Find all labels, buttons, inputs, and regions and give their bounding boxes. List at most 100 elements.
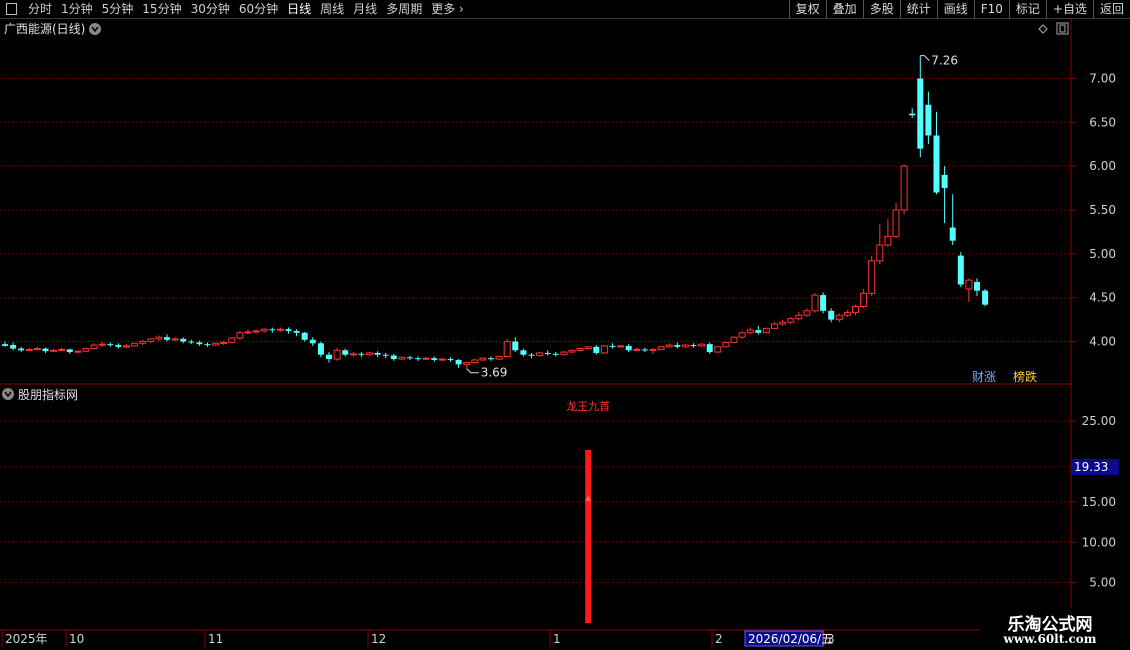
- candle-body-up: [244, 331, 252, 334]
- candle-body-up: [633, 348, 641, 351]
- candle-body-up: [762, 327, 770, 334]
- candle-body-down: [625, 345, 632, 351]
- diamond-icon[interactable]: [1038, 24, 1048, 34]
- candle-body-up: [665, 344, 673, 348]
- candle-body-up: [681, 344, 689, 348]
- candle-body-down: [755, 330, 762, 333]
- candle-body-up: [74, 350, 82, 353]
- main-title[interactable]: 广西能源(日线): [4, 22, 101, 36]
- period-tab-3[interactable]: 15分钟: [138, 1, 186, 18]
- candle-body-down: [933, 135, 940, 193]
- candle-body-up: [900, 165, 908, 211]
- indicator-title[interactable]: 股朋指标网: [2, 387, 78, 402]
- candle-body-down: [974, 281, 980, 291]
- candle-body-down: [820, 295, 827, 311]
- candle-body-down: [66, 349, 73, 353]
- tool-button-5[interactable]: F10: [973, 0, 1009, 18]
- watermark-url: www.60lt.com: [1003, 632, 1097, 646]
- candle-body-up: [366, 352, 373, 356]
- top-toolbar: 分时 1分钟 5分钟 15分钟 30分钟 60分钟 日线 周线 月线 多周期 更多 › 复权 叠加 多股…: [0, 0, 1130, 19]
- candle-body-up: [333, 349, 341, 360]
- time-axis: 2025年 10 11 12 1 2 3: [1, 630, 835, 647]
- tool-button-8[interactable]: 返回: [1092, 0, 1130, 18]
- tool-button-3[interactable]: 统计: [899, 0, 937, 18]
- candle-body-up: [260, 328, 268, 332]
- tool-button-4[interactable]: 画线: [936, 0, 974, 18]
- panel-maximize-inner-icon: [1059, 24, 1066, 33]
- candle-body-up: [795, 314, 803, 320]
- candle-body-up: [147, 338, 155, 343]
- candle-body-up: [471, 359, 479, 364]
- candle-body-up: [503, 341, 511, 357]
- indicator-tick-label: 15.00: [1082, 495, 1116, 509]
- candle-body-up: [438, 358, 446, 361]
- candle-body-down: [390, 355, 397, 360]
- candle-body-up: [422, 357, 430, 360]
- period-tab-7[interactable]: 周线: [316, 1, 349, 18]
- candle-body-down: [374, 352, 381, 355]
- candle-body-up: [479, 357, 487, 361]
- candle-body-down: [382, 354, 389, 356]
- indicator-dropdown-icon[interactable]: [2, 388, 14, 400]
- indicator-grid: [0, 420, 1071, 584]
- stock-chart[interactable]: 7.00 6.50 6.00 5.50 5.00 4.50 4.00 7.26 3.69 财涨 榜…: [0, 19, 1130, 650]
- badge-cai-zhang[interactable]: 财涨: [972, 369, 996, 384]
- period-tab-10[interactable]: 更多 ›: [427, 1, 469, 18]
- candle-body-down: [164, 337, 170, 340]
- candle-body-up: [236, 332, 244, 339]
- candle-body-down: [544, 352, 551, 354]
- candle-body-up: [617, 345, 625, 348]
- main-tick-label: 6.50: [1089, 115, 1116, 129]
- badge-bang-die[interactable]: 榜跌: [1013, 369, 1037, 384]
- candle-body-down: [204, 344, 211, 346]
- candle-body-up: [463, 362, 471, 365]
- window-icon[interactable]: [6, 3, 17, 15]
- main-title-dropdown-icon[interactable]: [89, 23, 101, 35]
- tool-button-6[interactable]: 标记: [1008, 0, 1046, 18]
- period-tab-4[interactable]: 30分钟: [187, 1, 235, 18]
- period-tab-6[interactable]: 日线: [283, 1, 316, 18]
- period-tab-2[interactable]: 5分钟: [98, 1, 139, 18]
- tool-button-2[interactable]: 多股: [862, 0, 900, 18]
- indicator-axis: 25.00 15.00 10.00 5.00 19.33: [1071, 414, 1119, 590]
- candle-body-up: [722, 341, 730, 348]
- period-tab-1[interactable]: 1分钟: [57, 1, 98, 18]
- candle-body-up: [868, 260, 876, 294]
- main-tick-label: 5.50: [1089, 203, 1116, 217]
- candle-body-down: [674, 345, 681, 347]
- period-tab-0[interactable]: 分时: [24, 1, 57, 18]
- candle-body-down: [609, 345, 616, 347]
- candle-body-down: [431, 358, 438, 360]
- candle-body-down: [957, 255, 964, 285]
- candle-body-down: [10, 345, 17, 349]
- time-label: 11: [208, 632, 223, 646]
- candle-body-down: [909, 113, 916, 116]
- time-label: 2: [715, 632, 723, 646]
- right-edge-panel: [1118, 19, 1130, 384]
- indicator-title-text: 股朋指标网: [18, 387, 78, 402]
- candle-body-down: [917, 78, 924, 149]
- candle-body-down: [196, 342, 203, 345]
- candle-body-down: [326, 354, 332, 360]
- tool-button-0[interactable]: 复权: [788, 0, 826, 18]
- candle-body-up: [657, 346, 665, 350]
- candle-body-down: [828, 310, 835, 320]
- period-tab-5[interactable]: 60分钟: [235, 1, 283, 18]
- candle-body-up: [98, 343, 106, 346]
- cursor-date-label: 2026/02/06/五: [748, 632, 833, 646]
- candle-body-down: [269, 329, 276, 331]
- tool-button-7[interactable]: +自选: [1045, 0, 1093, 18]
- period-tab-8[interactable]: 月线: [349, 1, 382, 18]
- candle-body-up: [835, 314, 843, 321]
- candle-body-down: [309, 339, 316, 344]
- candle-body-down: [520, 350, 527, 355]
- low-pointer: [466, 368, 479, 374]
- indicator-value-label: 19.33: [1074, 460, 1108, 474]
- candle-body-up: [860, 292, 868, 307]
- tool-button-1[interactable]: 叠加: [825, 0, 863, 18]
- candle-body-down: [317, 343, 324, 355]
- main-price-axis: 7.00 6.50 6.00 5.50 5.00 4.50 4.00: [1071, 71, 1116, 349]
- period-tab-9[interactable]: 多周期: [382, 1, 427, 18]
- candle-body-up: [90, 344, 98, 350]
- candle-body-down: [188, 341, 195, 343]
